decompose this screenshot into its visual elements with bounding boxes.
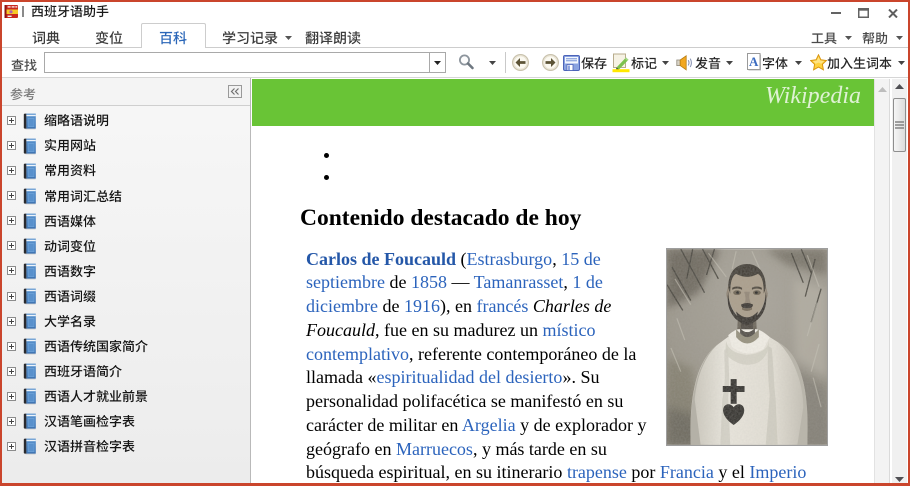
svg-text:A: A	[749, 54, 759, 69]
